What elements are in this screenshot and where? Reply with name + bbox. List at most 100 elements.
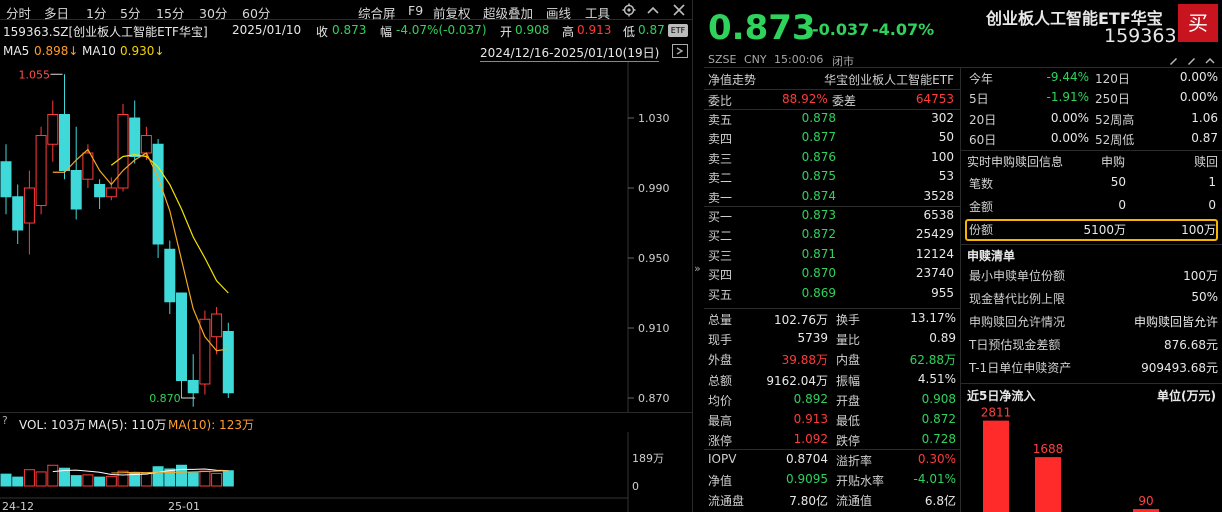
- ma5-label: MA5: [3, 44, 30, 58]
- chevron-up-icon[interactable]: [646, 3, 660, 17]
- ask-price: 0.876: [801, 149, 836, 164]
- edit-icon[interactable]: [1170, 58, 1177, 65]
- stat-label: 内盘: [836, 353, 861, 368]
- candle-body[interactable]: [152, 143, 164, 245]
- candle-body[interactable]: [140, 135, 152, 154]
- weibi-value: 88.92%: [782, 92, 828, 106]
- stat-label: 换手: [836, 313, 861, 327]
- volume-bar[interactable]: [35, 471, 47, 487]
- tool-f9[interactable]: F9: [408, 3, 423, 18]
- help-icon[interactable]: ?: [2, 414, 14, 430]
- volume-legend: ? VOL: 103万 MA(5): 110万 MA(10): 123万: [0, 412, 692, 432]
- volume-ma5: MA(5): 110万: [88, 418, 167, 432]
- candle-body[interactable]: [35, 135, 47, 206]
- bid-price: 0.869: [801, 285, 836, 300]
- perf-label: 20日: [969, 112, 997, 127]
- stat-label: 均价: [708, 393, 733, 408]
- candle-body[interactable]: [59, 114, 70, 171]
- creation-subscribe-value: 5100万: [1083, 223, 1126, 237]
- volume-bar[interactable]: [105, 475, 117, 487]
- net-inflow-chart[interactable]: 2811 1688 90: [961, 406, 1222, 512]
- candle-body[interactable]: [47, 114, 59, 145]
- volume-bar[interactable]: [70, 475, 82, 487]
- volume-bar[interactable]: [152, 466, 164, 487]
- price-axis-label: 0.950: [638, 252, 670, 265]
- volume-bar[interactable]: [199, 470, 211, 487]
- buy-button[interactable]: 买: [1178, 4, 1218, 42]
- low-marker-label: 0.870: [149, 392, 181, 405]
- perf-label: 60日: [969, 132, 997, 147]
- creation-row-label: 金额: [969, 200, 994, 214]
- candle-body[interactable]: [117, 114, 129, 189]
- volume-bar[interactable]: [47, 464, 59, 487]
- volume-chart[interactable]: 189万 0 24-12 25-01: [0, 432, 692, 512]
- perf-value: 0.00%: [1179, 90, 1218, 105]
- stats-grid: 总量 102.76万 换手 13.17% 现手 5739 量比 0.89 外盘 39.88万 内盘 6…: [704, 309, 960, 449]
- ma10-value: 0.930↓: [120, 44, 165, 58]
- candle-body[interactable]: [211, 313, 223, 338]
- volume-bar[interactable]: [82, 474, 94, 487]
- volume-bar[interactable]: [94, 476, 106, 487]
- panel-splitter[interactable]: »: [692, 0, 704, 512]
- volume-bar[interactable]: [0, 473, 12, 487]
- volume-bar[interactable]: [222, 470, 234, 487]
- stat-label: 量比: [836, 333, 861, 348]
- volume-bar[interactable]: [23, 469, 35, 487]
- expand-chevron-icon[interactable]: »: [694, 262, 701, 275]
- stat-label: 总额: [708, 373, 733, 388]
- volume-value: VOL: 103万: [19, 418, 86, 432]
- perf-value: 0.00%: [1179, 70, 1218, 84]
- list-row-label: 现金替代比例上限: [969, 292, 1066, 306]
- stat-value: -4.01%: [913, 472, 956, 487]
- price-axis-label: 1.030: [638, 112, 670, 125]
- gear-icon[interactable]: [622, 3, 636, 17]
- inflow-bar-label: 2811: [981, 406, 1012, 420]
- candlestick-chart[interactable]: 1.030 0.990 0.950 0.910 0.870 1.055 0.870: [0, 62, 692, 412]
- creation-list-panel: 申赎清单 最小申赎单位份额 100万 现金替代比例上限 50% 申购赎回允许情况 申购赎回…: [961, 245, 1222, 381]
- chevron-up-icon[interactable]: [1205, 58, 1215, 64]
- etf-badge: ETF: [668, 24, 688, 37]
- stat-value: 0.892: [793, 391, 828, 406]
- perf-value: -9.44%: [1046, 70, 1089, 84]
- high-marker-label: 1.055: [19, 68, 51, 81]
- candle-body[interactable]: [94, 184, 106, 198]
- market-label: SZSE: [708, 53, 737, 66]
- volume-bar[interactable]: [176, 464, 187, 487]
- volume-bar[interactable]: [211, 472, 223, 487]
- edit-icon[interactable]: [1188, 58, 1195, 65]
- stat-label: 最高: [708, 414, 733, 428]
- candle-body[interactable]: [23, 187, 35, 224]
- candle-body[interactable]: [222, 331, 234, 394]
- candle-body[interactable]: [0, 161, 12, 198]
- stat-label: 开盘: [836, 393, 861, 408]
- candle-body[interactable]: [12, 196, 24, 231]
- nav-trend-label[interactable]: 净值走势: [708, 71, 756, 88]
- ask-volume: 53: [938, 169, 954, 184]
- stat-value: 0.872: [921, 412, 956, 426]
- nav-arrow-icon[interactable]: [672, 44, 688, 58]
- ask-volume: 302: [931, 111, 954, 125]
- volume-bar[interactable]: [12, 476, 24, 487]
- bid-price: 0.870: [801, 266, 836, 281]
- volume-bar[interactable]: [140, 472, 152, 487]
- candle-body[interactable]: [70, 170, 82, 210]
- change-value: -4.07%(-0.037): [396, 23, 487, 37]
- perf-value: -1.91%: [1046, 90, 1089, 105]
- bid-volume: 25429: [915, 227, 954, 242]
- inflow-bar[interactable]: [1035, 457, 1061, 512]
- date-range[interactable]: 2024/12/16-2025/01/10(19日): [480, 44, 660, 62]
- close-icon[interactable]: [672, 3, 686, 17]
- inflow-bar[interactable]: [983, 420, 1009, 512]
- volume-bar[interactable]: [187, 472, 199, 487]
- price-axis-label: 0.870: [638, 392, 670, 405]
- candle-body[interactable]: [105, 187, 117, 198]
- perf-value: 0.00%: [1050, 130, 1089, 145]
- candle-body[interactable]: [187, 380, 199, 394]
- chart-toolbar: 分时 多日 1分 5分 15分 30分 60分 综合屏 F9 前复权 超级叠加 …: [0, 0, 692, 21]
- candle-body[interactable]: [176, 292, 187, 381]
- candle-body[interactable]: [129, 117, 141, 157]
- high-label: 高: [562, 25, 575, 39]
- volume-bar[interactable]: [117, 470, 129, 487]
- creation-redeem-value: 100万: [1181, 223, 1216, 237]
- candle-body[interactable]: [164, 248, 176, 303]
